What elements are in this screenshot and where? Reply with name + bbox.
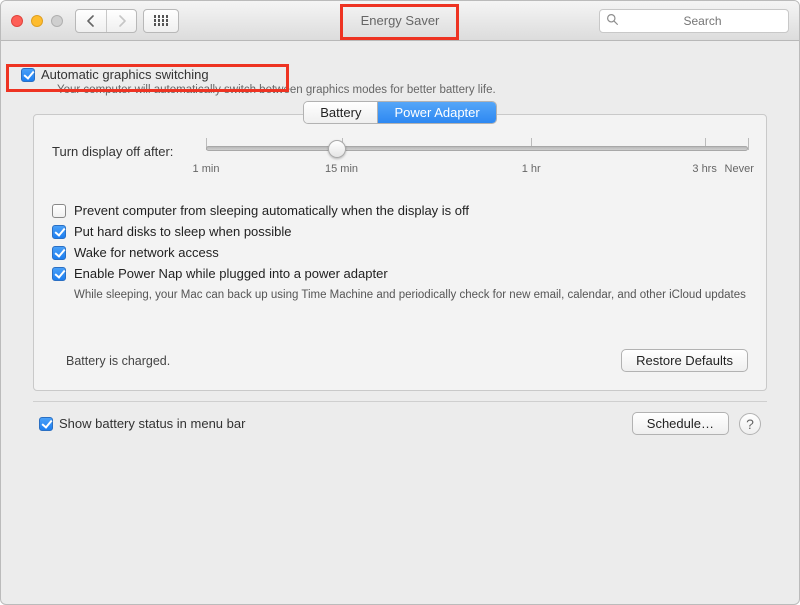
titlebar: Energy Saver (1, 1, 799, 41)
forward-button (106, 10, 136, 32)
content-area: Automatic graphics switching Your comput… (1, 41, 799, 459)
tick-1hr: 1 hr (522, 163, 541, 175)
settings-panel: Battery Power Adapter Turn display off a… (33, 114, 767, 391)
auto-graphics-checkbox[interactable] (21, 68, 35, 82)
menu-bar-status-label: Show battery status in menu bar (59, 416, 245, 431)
tick-never: Never (725, 163, 754, 175)
power-nap-checkbox[interactable] (52, 267, 66, 281)
tick-1min: 1 min (193, 163, 220, 175)
divider (33, 401, 767, 402)
wake-network-label: Wake for network access (74, 245, 219, 260)
restore-defaults-button[interactable]: Restore Defaults (621, 349, 748, 372)
energy-saver-window: Energy Saver Automatic graphics switchin… (0, 0, 800, 605)
auto-graphics-label: Automatic graphics switching (41, 67, 209, 82)
power-source-tabs: Battery Power Adapter (52, 101, 748, 124)
search-field-container (599, 9, 789, 33)
power-nap-label: Enable Power Nap while plugged into a po… (74, 266, 388, 281)
auto-graphics-subtext: Your computer will automatically switch … (57, 84, 783, 96)
question-mark-icon: ? (746, 416, 754, 432)
tab-power-adapter[interactable]: Power Adapter (377, 102, 495, 123)
schedule-button[interactable]: Schedule… (632, 412, 729, 435)
menu-bar-status-checkbox[interactable] (39, 417, 53, 431)
display-sleep-slider[interactable]: 1 min 15 min 1 hr 3 hrs Never (206, 142, 748, 179)
slider-thumb-icon[interactable] (328, 140, 346, 158)
power-nap-subtext: While sleeping, your Mac can back up usi… (74, 287, 748, 303)
window-title: Energy Saver (361, 13, 440, 28)
search-input[interactable] (623, 14, 782, 28)
traffic-lights (11, 15, 63, 27)
tick-3hrs: 3 hrs (692, 163, 716, 175)
wake-network-checkbox[interactable] (52, 246, 66, 260)
tab-battery[interactable]: Battery (304, 102, 377, 123)
show-all-button[interactable] (143, 9, 179, 33)
minimize-icon[interactable] (31, 15, 43, 27)
display-sleep-label: Turn display off after: (52, 142, 192, 159)
battery-status-text: Battery is charged. (66, 354, 170, 368)
zoom-icon (51, 15, 63, 27)
prevent-sleep-label: Prevent computer from sleeping automatic… (74, 203, 469, 218)
nav-buttons (75, 9, 137, 33)
search-icon (606, 13, 619, 29)
tick-15min: 15 min (325, 163, 358, 175)
hard-disks-checkbox[interactable] (52, 225, 66, 239)
grid-icon (154, 15, 169, 26)
help-button[interactable]: ? (739, 413, 761, 435)
close-icon[interactable] (11, 15, 23, 27)
back-button[interactable] (76, 10, 106, 32)
prevent-sleep-checkbox[interactable] (52, 204, 66, 218)
hard-disks-label: Put hard disks to sleep when possible (74, 224, 292, 239)
